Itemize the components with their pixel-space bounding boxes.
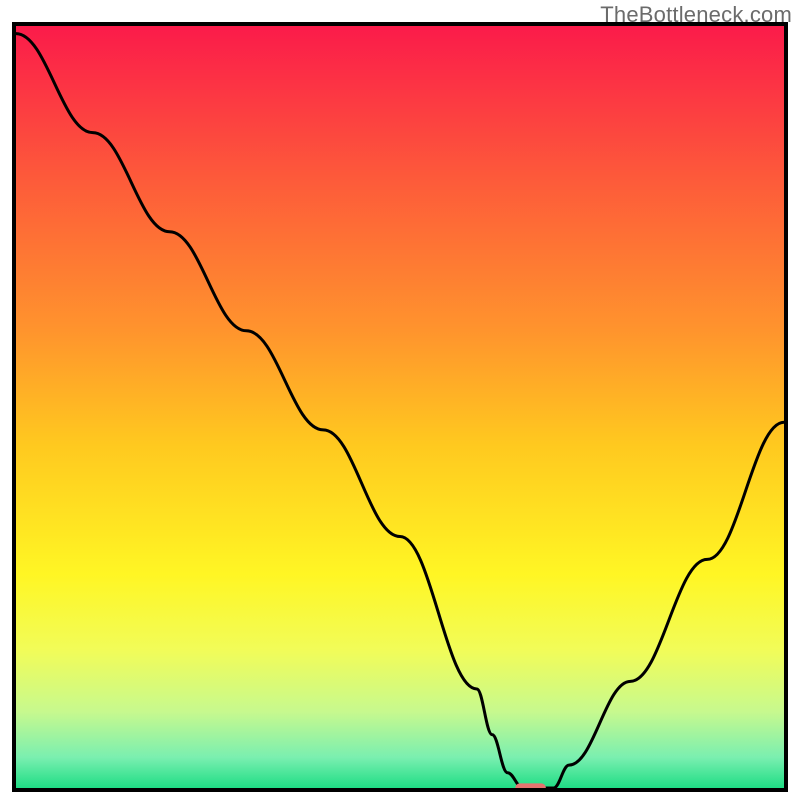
- chart-container: TheBottleneck.com: [0, 0, 800, 800]
- chart-background: [16, 26, 784, 788]
- bottleneck-chart: [12, 22, 788, 792]
